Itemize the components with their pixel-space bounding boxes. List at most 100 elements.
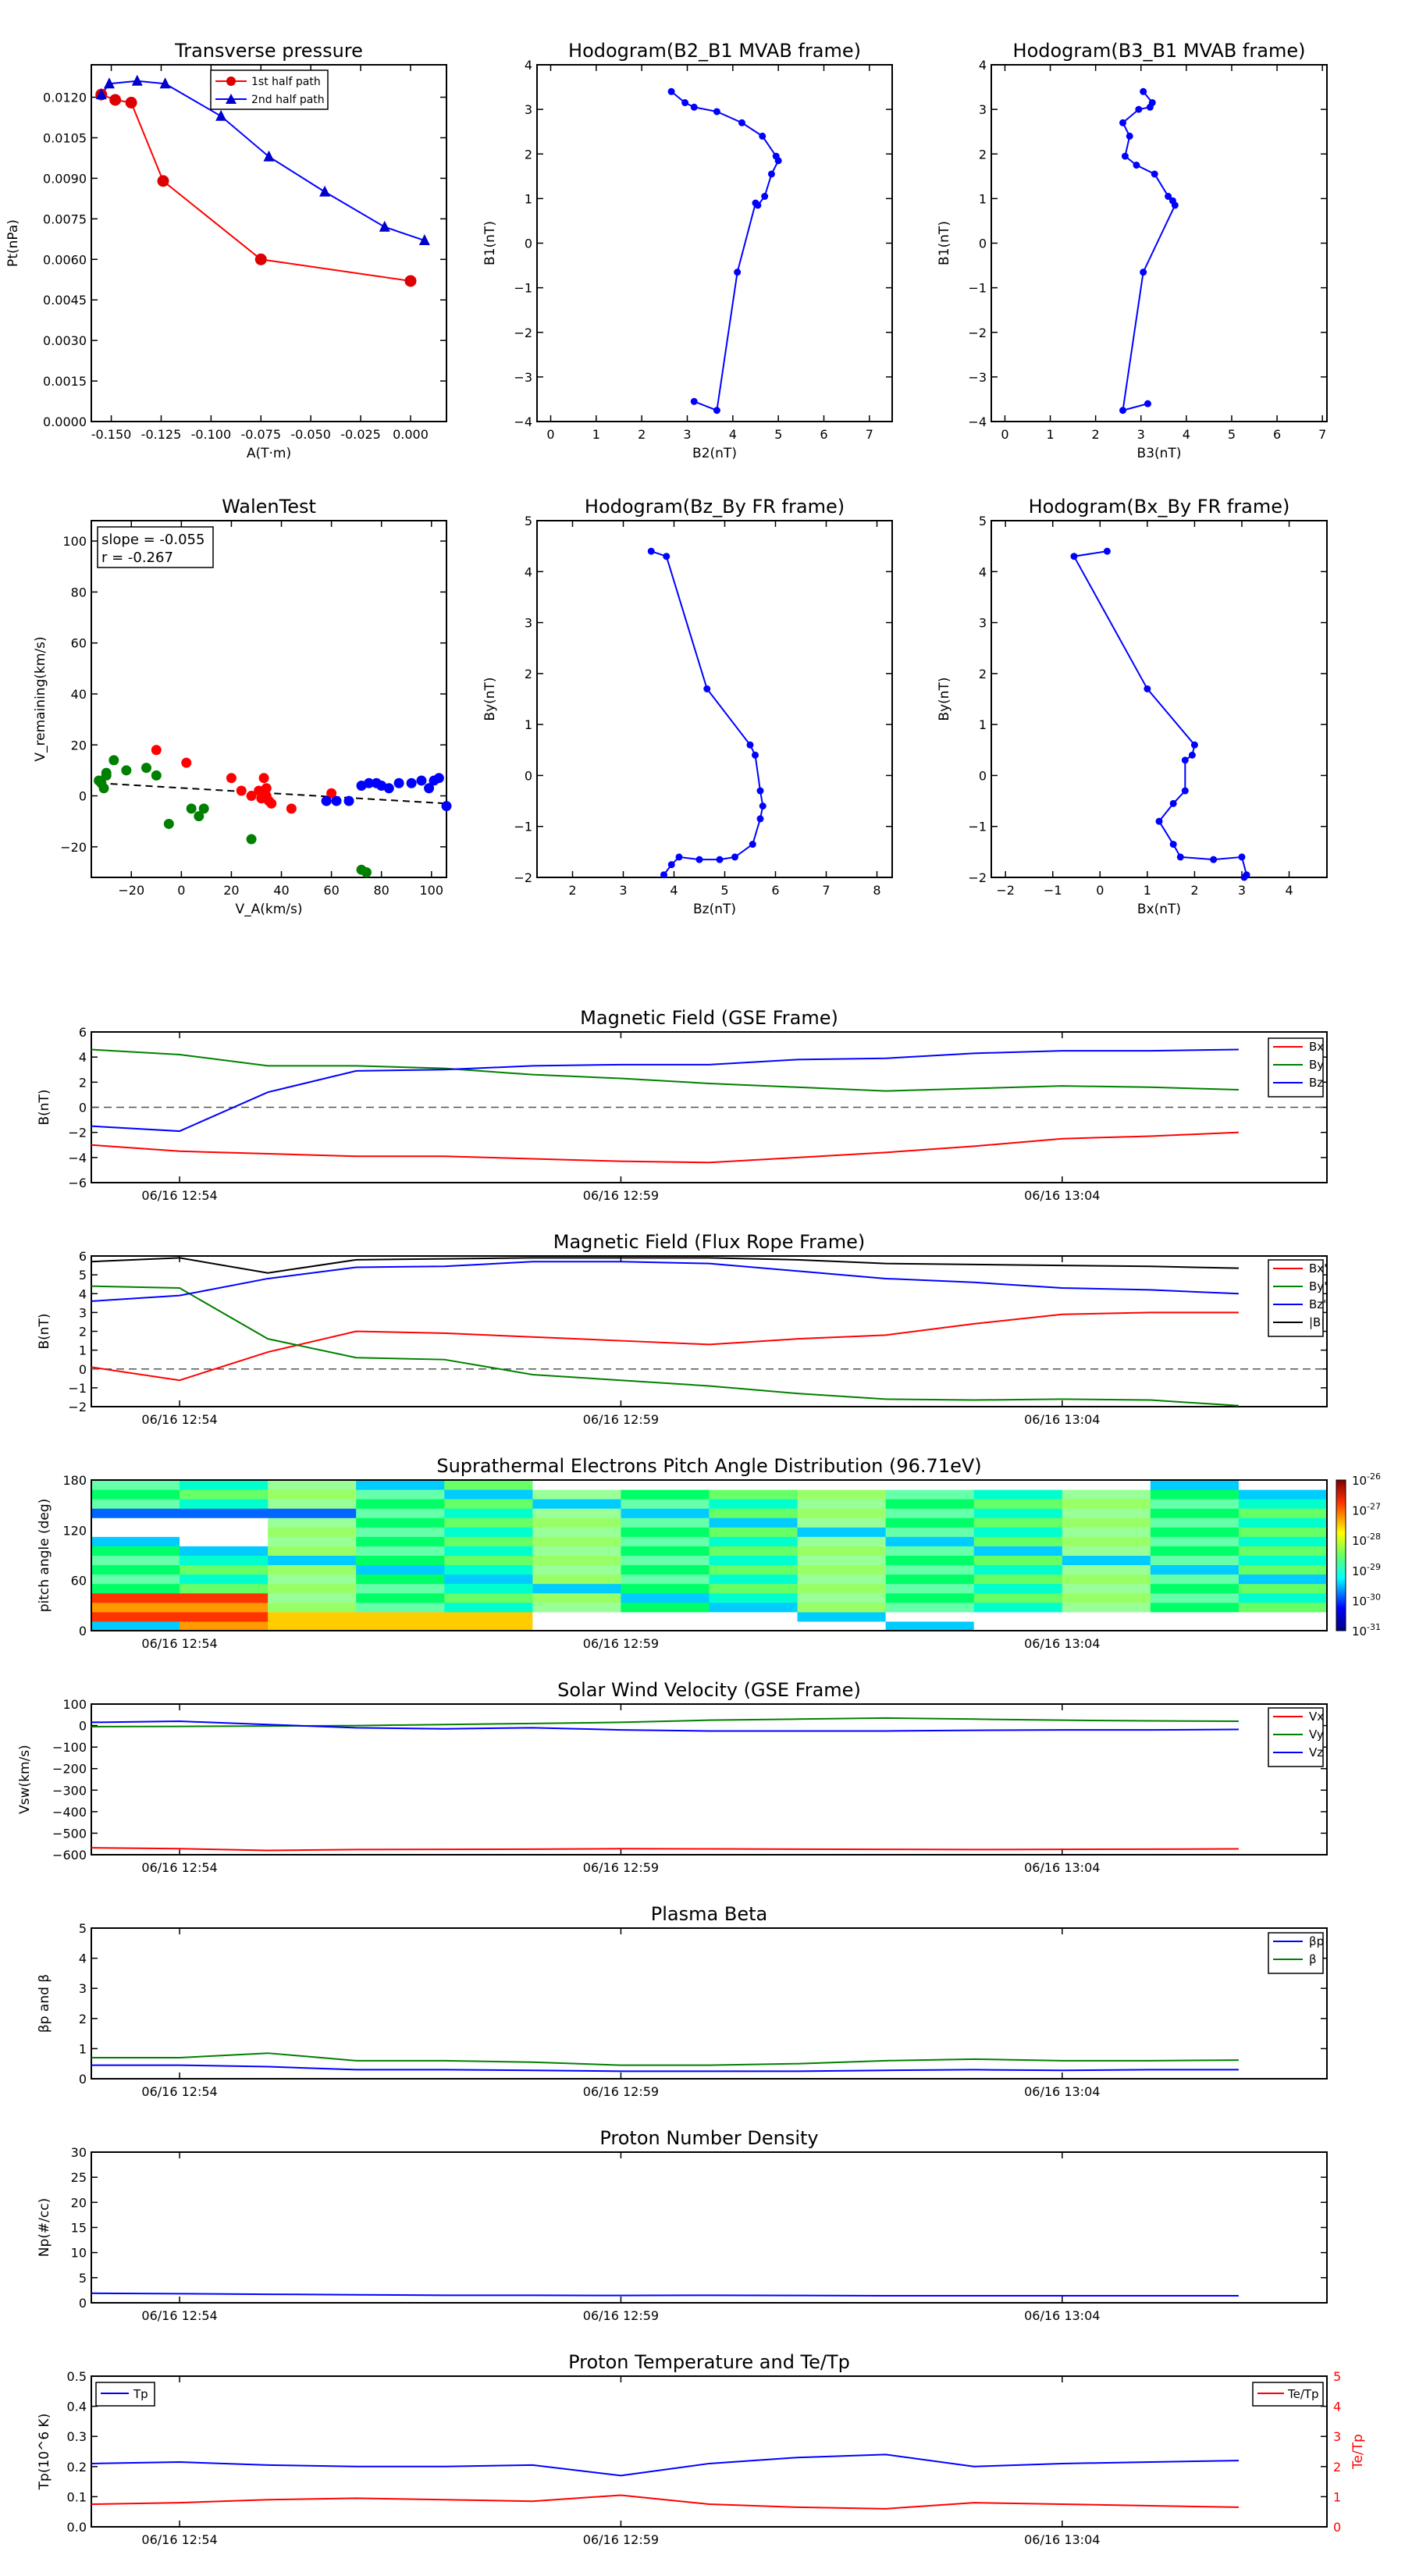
- tr-pressure-line-first: [101, 94, 411, 282]
- vsw-legend: Vx Vy Vz: [1268, 1707, 1324, 1767]
- hodo-b2b1-ytick-label: 4: [525, 58, 532, 73]
- walen-ytick-label: 80: [71, 585, 87, 600]
- hodo-b2b1-ytick-label: 1: [525, 191, 532, 206]
- hodo-bzby-point: [756, 815, 764, 823]
- tr-pressure-xlabel: A(T·m): [247, 446, 291, 461]
- mag-gse-title: Magnetic Field (GSE Frame): [580, 1007, 838, 1029]
- walen-point-red: [151, 745, 162, 756]
- hodo-bzby-ytick-label: −1: [514, 820, 532, 834]
- pad-cell: [1150, 1583, 1240, 1594]
- temp-title: Proton Temperature and Te/Tp: [568, 2351, 850, 2373]
- pad-cell: [532, 1489, 621, 1500]
- mag-fr-series-1: [91, 1285, 1239, 1407]
- pad-cell: [709, 1602, 799, 1613]
- hodo-b3b1-ytick-label: 3: [979, 102, 987, 117]
- walen-point-red: [236, 785, 247, 796]
- mag-fr-xtick-label: 06/16 12:59: [583, 1412, 659, 1427]
- beta-series-0: [91, 2064, 1239, 2073]
- pad-cell: [621, 1536, 710, 1546]
- hodo-b3b1-point: [1119, 407, 1127, 415]
- pad-cell: [885, 1611, 975, 1622]
- hodo-b3b1-point: [1135, 105, 1143, 113]
- temp-series-1: [91, 2494, 1239, 2510]
- hodo-bxby-point: [1181, 756, 1189, 764]
- pad-cell: [621, 1527, 710, 1537]
- pad-cell: [356, 1536, 445, 1546]
- hodo-b2b1-point: [690, 103, 698, 111]
- pad-title: Suprathermal Electrons Pitch Angle Distr…: [436, 1455, 981, 1477]
- hodo-bxby-point: [1240, 873, 1248, 881]
- beta-legend-label: β: [1309, 1952, 1317, 1966]
- pad-cell: [1238, 1508, 1328, 1518]
- tr-pressure-point-first: [404, 275, 417, 287]
- mag-gse-legend-label: Bz: [1309, 1076, 1323, 1090]
- tr-pressure-ytick-label: 0.0120: [43, 91, 87, 105]
- pad-cell: [444, 1546, 533, 1556]
- hodo-b2b1-point: [761, 193, 769, 201]
- pad-cell: [621, 1564, 710, 1575]
- tr-pressure-title: Transverse pressure: [174, 40, 363, 62]
- hodo-b2b1-xtick-label: 0: [546, 427, 554, 442]
- pad-cell: [885, 1527, 975, 1537]
- hodo-bxby-point: [1155, 817, 1163, 825]
- pad-cell: [797, 1517, 887, 1528]
- hodo-bzby-xtick-label: 2: [568, 883, 576, 898]
- hodo-bzby-ytick-label: 0: [525, 768, 532, 783]
- pad-ytick-label: 0: [79, 1624, 87, 1638]
- pad-cell: [621, 1592, 710, 1603]
- pad-cell: [973, 1602, 1063, 1613]
- vsw-legend-label: Vz: [1309, 1745, 1323, 1759]
- hodo-b3b1-ytick-label: 1: [979, 191, 987, 206]
- mag-gse-xtick-label: 06/16 12:59: [583, 1188, 659, 1203]
- pad-cell: [797, 1499, 887, 1509]
- walen-point-green: [140, 763, 151, 774]
- pad-colorbar-exponent: -27: [1367, 1502, 1381, 1512]
- mag-gse-series-0: [91, 1131, 1239, 1164]
- beta-frame: [91, 1927, 1328, 2080]
- hodo-b3b1-point: [1133, 162, 1140, 169]
- hodo-b3b1-point: [1140, 269, 1147, 276]
- pad-cell: [621, 1621, 710, 1631]
- hodo-bxby-point: [1169, 841, 1177, 849]
- pad-ytick-label: 180: [62, 1473, 87, 1488]
- pad-cell: [973, 1621, 1063, 1631]
- hodo-b3b1-point: [1126, 132, 1133, 140]
- pad-cell: [709, 1611, 799, 1622]
- walen-point-red: [181, 757, 192, 768]
- pad-cell: [797, 1536, 887, 1546]
- hodo-b3b1-xtick-label: 5: [1228, 427, 1236, 442]
- density-ytick-label: 15: [71, 2221, 87, 2236]
- pad-cell: [1062, 1527, 1151, 1537]
- hodo-bzby-xtick-label: 7: [822, 883, 830, 898]
- pad-cell: [885, 1574, 975, 1585]
- temp-right-ytick-label: 1: [1333, 2489, 1341, 2504]
- hodo-b3b1-ylabel: B1(nT): [937, 221, 952, 265]
- mag-gse-ylabel: B(nT): [37, 1089, 52, 1125]
- pad-cell: [621, 1480, 710, 1490]
- walen-annotation-slope: slope = -0.055: [101, 532, 205, 548]
- temp-xtick-label: 06/16 12:59: [583, 2532, 659, 2547]
- pad-colorbar: 10 -2610 -2710 -2810 -2910 -3010 -31: [1336, 1471, 1381, 1638]
- hodo-bxby-point: [1176, 853, 1184, 861]
- pad-cell: [356, 1602, 445, 1613]
- pad-cell: [268, 1480, 357, 1490]
- tr-pressure-ytick-label: 0.0090: [43, 171, 87, 186]
- mag-gse-ytick-label: −4: [68, 1151, 87, 1165]
- mag-fr-legend-label: |B|: [1309, 1315, 1325, 1329]
- hodo-b3b1-panel: Hodogram(B3_B1 MVAB frame) 0 1 2 3 4 5 6 7 −4 −3 −2…: [937, 40, 1328, 461]
- mag-fr-series-2: [91, 1261, 1239, 1302]
- hodo-bzby-line: [650, 550, 764, 876]
- tr-pressure-ytick-label: 0.0045: [43, 293, 87, 308]
- pad-cell: [91, 1564, 180, 1575]
- pad-cell: [709, 1489, 799, 1500]
- pad-cell: [709, 1564, 799, 1575]
- pad-cell: [973, 1499, 1063, 1509]
- hodo-b2b1-ytick-label: −4: [514, 415, 532, 429]
- pad-cell: [973, 1611, 1063, 1622]
- density-ytick-label: 30: [71, 2145, 87, 2160]
- pad-xtick-label: 06/16 13:04: [1024, 1636, 1100, 1651]
- pad-cell: [621, 1489, 710, 1500]
- temp-legend-left: Tp: [95, 2382, 155, 2407]
- pad-xtick-label: 06/16 12:54: [141, 1636, 217, 1651]
- pad-cell: [797, 1574, 887, 1585]
